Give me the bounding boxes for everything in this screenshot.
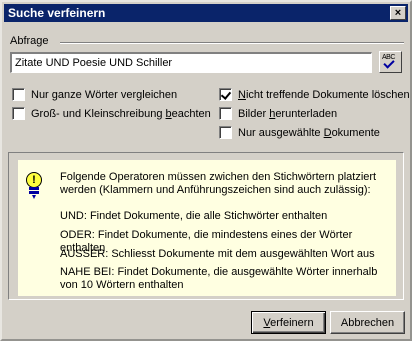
cancel-button[interactable]: Abbrechen (330, 311, 405, 334)
exclude-non-matching-checkbox[interactable]: Nicht treffende Dokumente löschen (219, 88, 410, 101)
spellcheck-button[interactable]: ABC (379, 51, 402, 73)
info-intro: Folgende Operatoren müssen zwichen den S… (60, 171, 377, 196)
close-button[interactable]: × (390, 6, 406, 20)
selected-only-label: Nur ausgewählte Dokumente (238, 126, 380, 139)
checkbox-box[interactable] (12, 88, 25, 101)
checkbox-box-checked[interactable] (219, 88, 232, 101)
download-images-checkbox[interactable]: Bilder herunterladen (219, 107, 337, 120)
download-images-label: Bilder herunterladen (238, 107, 338, 120)
dialog-title: Suche verfeinern (8, 6, 106, 20)
selected-only-checkbox[interactable]: Nur ausgewählte Dokumente (219, 126, 380, 139)
checkbox-box[interactable] (219, 107, 232, 120)
query-group-divider (60, 42, 404, 44)
checkbox-box[interactable] (12, 107, 25, 120)
info-ausser: AUSSER: Schliesst Dokumente mit dem ausg… (60, 248, 375, 260)
title-bar: Suche verfeinern × (4, 4, 408, 22)
whole-words-checkbox[interactable]: Nur ganze Wörter vergleichen (12, 88, 177, 101)
close-icon: × (394, 7, 402, 19)
match-case-label: Groß- und Kleinschreibung beachten (31, 107, 211, 120)
match-case-checkbox[interactable]: Groß- und Kleinschreibung beachten (12, 107, 211, 120)
info-panel: ! Folgende Operatoren müssen zwichen den… (18, 160, 396, 296)
query-group-label: Abfrage (10, 35, 49, 47)
lightbulb-icon: ! (24, 172, 44, 200)
whole-words-label: Nur ganze Wörter vergleichen (31, 88, 178, 101)
info-und: UND: Findet Dokumente, die alle Stichwör… (60, 210, 328, 222)
query-input[interactable] (10, 52, 372, 73)
exclude-non-matching-label: Nicht treffende Dokumente löschen (238, 88, 410, 101)
checkbox-box[interactable] (219, 126, 232, 139)
info-nahe-bei: NAHE BEI: Findet Dokumente, die ausgewäh… (60, 266, 378, 291)
refine-button[interactable]: Verfeinern (251, 311, 326, 334)
